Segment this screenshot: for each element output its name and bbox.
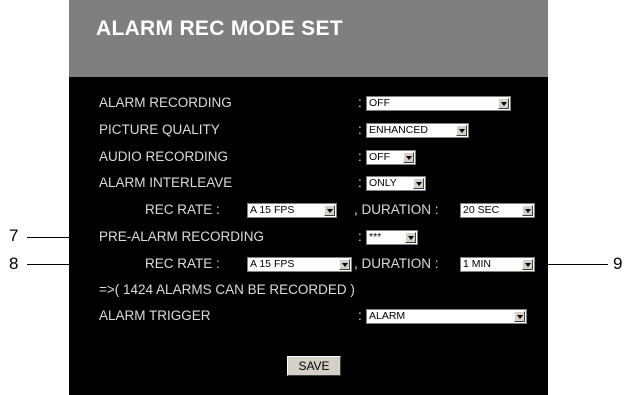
chevron-down-icon [405, 232, 416, 243]
duration-value: 20 SEC [463, 204, 500, 216]
pre-alarm-duration-value: 1 MIN [463, 258, 492, 270]
chevron-down-icon [498, 98, 509, 109]
chevron-down-icon [522, 259, 533, 270]
pre-alarm-duration-select[interactable]: 1 MIN [460, 257, 535, 272]
alarm-interleave-select[interactable]: ONLY [366, 176, 426, 191]
picture-quality-value: ENHANCED [369, 124, 428, 136]
audio-recording-label: AUDIO RECORDING [99, 149, 229, 164]
callout-8-line [27, 264, 143, 265]
pre-alarm-recording-select[interactable]: *** [366, 230, 418, 245]
chevron-down-icon [324, 205, 335, 216]
colon: : [358, 95, 362, 110]
picture-quality-select[interactable]: ENHANCED [366, 123, 469, 138]
alarm-interleave-label: ALARM INTERLEAVE [99, 175, 233, 190]
page-title: ALARM REC MODE SET [96, 17, 343, 40]
pre-alarm-rec-rate-label: REC RATE : [145, 256, 220, 271]
chevron-down-icon [413, 178, 424, 189]
chevron-down-icon [339, 259, 350, 270]
rec-rate-value: A 15 FPS [250, 204, 295, 216]
alarm-recording-value: OFF [369, 97, 390, 109]
pre-alarm-duration-label: , DURATION : [354, 256, 439, 271]
duration-label: , DURATION : [354, 202, 439, 217]
picture-quality-label: PICTURE QUALITY [99, 122, 220, 137]
chevron-down-icon [456, 125, 467, 136]
alarm-recording-label: ALARM RECORDING [99, 95, 232, 110]
alarms-capacity-note: =>( 1424 ALARMS CAN BE RECORDED ) [99, 282, 355, 297]
alarm-rec-mode-panel: ALARM REC MODE SET ALARM RECORDING : OFF… [69, 0, 548, 395]
callout-9-line [535, 264, 608, 265]
header-bar: ALARM REC MODE SET [69, 0, 548, 77]
save-button[interactable]: SAVE [287, 356, 341, 376]
alarm-trigger-value: ALARM [369, 310, 406, 322]
pre-alarm-recording-value: *** [369, 231, 382, 243]
callout-8: 8 [9, 254, 19, 273]
alarm-recording-select[interactable]: OFF [366, 96, 511, 111]
alarm-interleave-value: ONLY [369, 177, 397, 189]
rec-rate-label: REC RATE : [145, 202, 220, 217]
chevron-down-icon [403, 152, 414, 163]
audio-recording-value: OFF [369, 151, 390, 163]
rec-rate-select[interactable]: A 15 FPS [247, 203, 337, 218]
callout-9: 9 [613, 254, 623, 273]
pre-alarm-rec-rate-select[interactable]: A 15 FPS [247, 257, 352, 272]
pre-alarm-rec-rate-value: A 15 FPS [250, 258, 295, 270]
colon: : [358, 122, 362, 137]
callout-7-line [27, 237, 97, 238]
callout-7: 7 [9, 226, 19, 245]
duration-select[interactable]: 20 SEC [460, 203, 535, 218]
colon: : [358, 308, 362, 323]
alarm-trigger-label: ALARM TRIGGER [99, 308, 211, 323]
chevron-down-icon [522, 205, 533, 216]
pre-alarm-recording-label: PRE-ALARM RECORDING [99, 229, 265, 244]
chevron-down-icon [514, 311, 525, 322]
colon: : [358, 149, 362, 164]
alarm-trigger-select[interactable]: ALARM [366, 309, 527, 324]
colon: : [358, 229, 362, 244]
colon: : [358, 175, 362, 190]
audio-recording-select[interactable]: OFF [366, 150, 416, 165]
